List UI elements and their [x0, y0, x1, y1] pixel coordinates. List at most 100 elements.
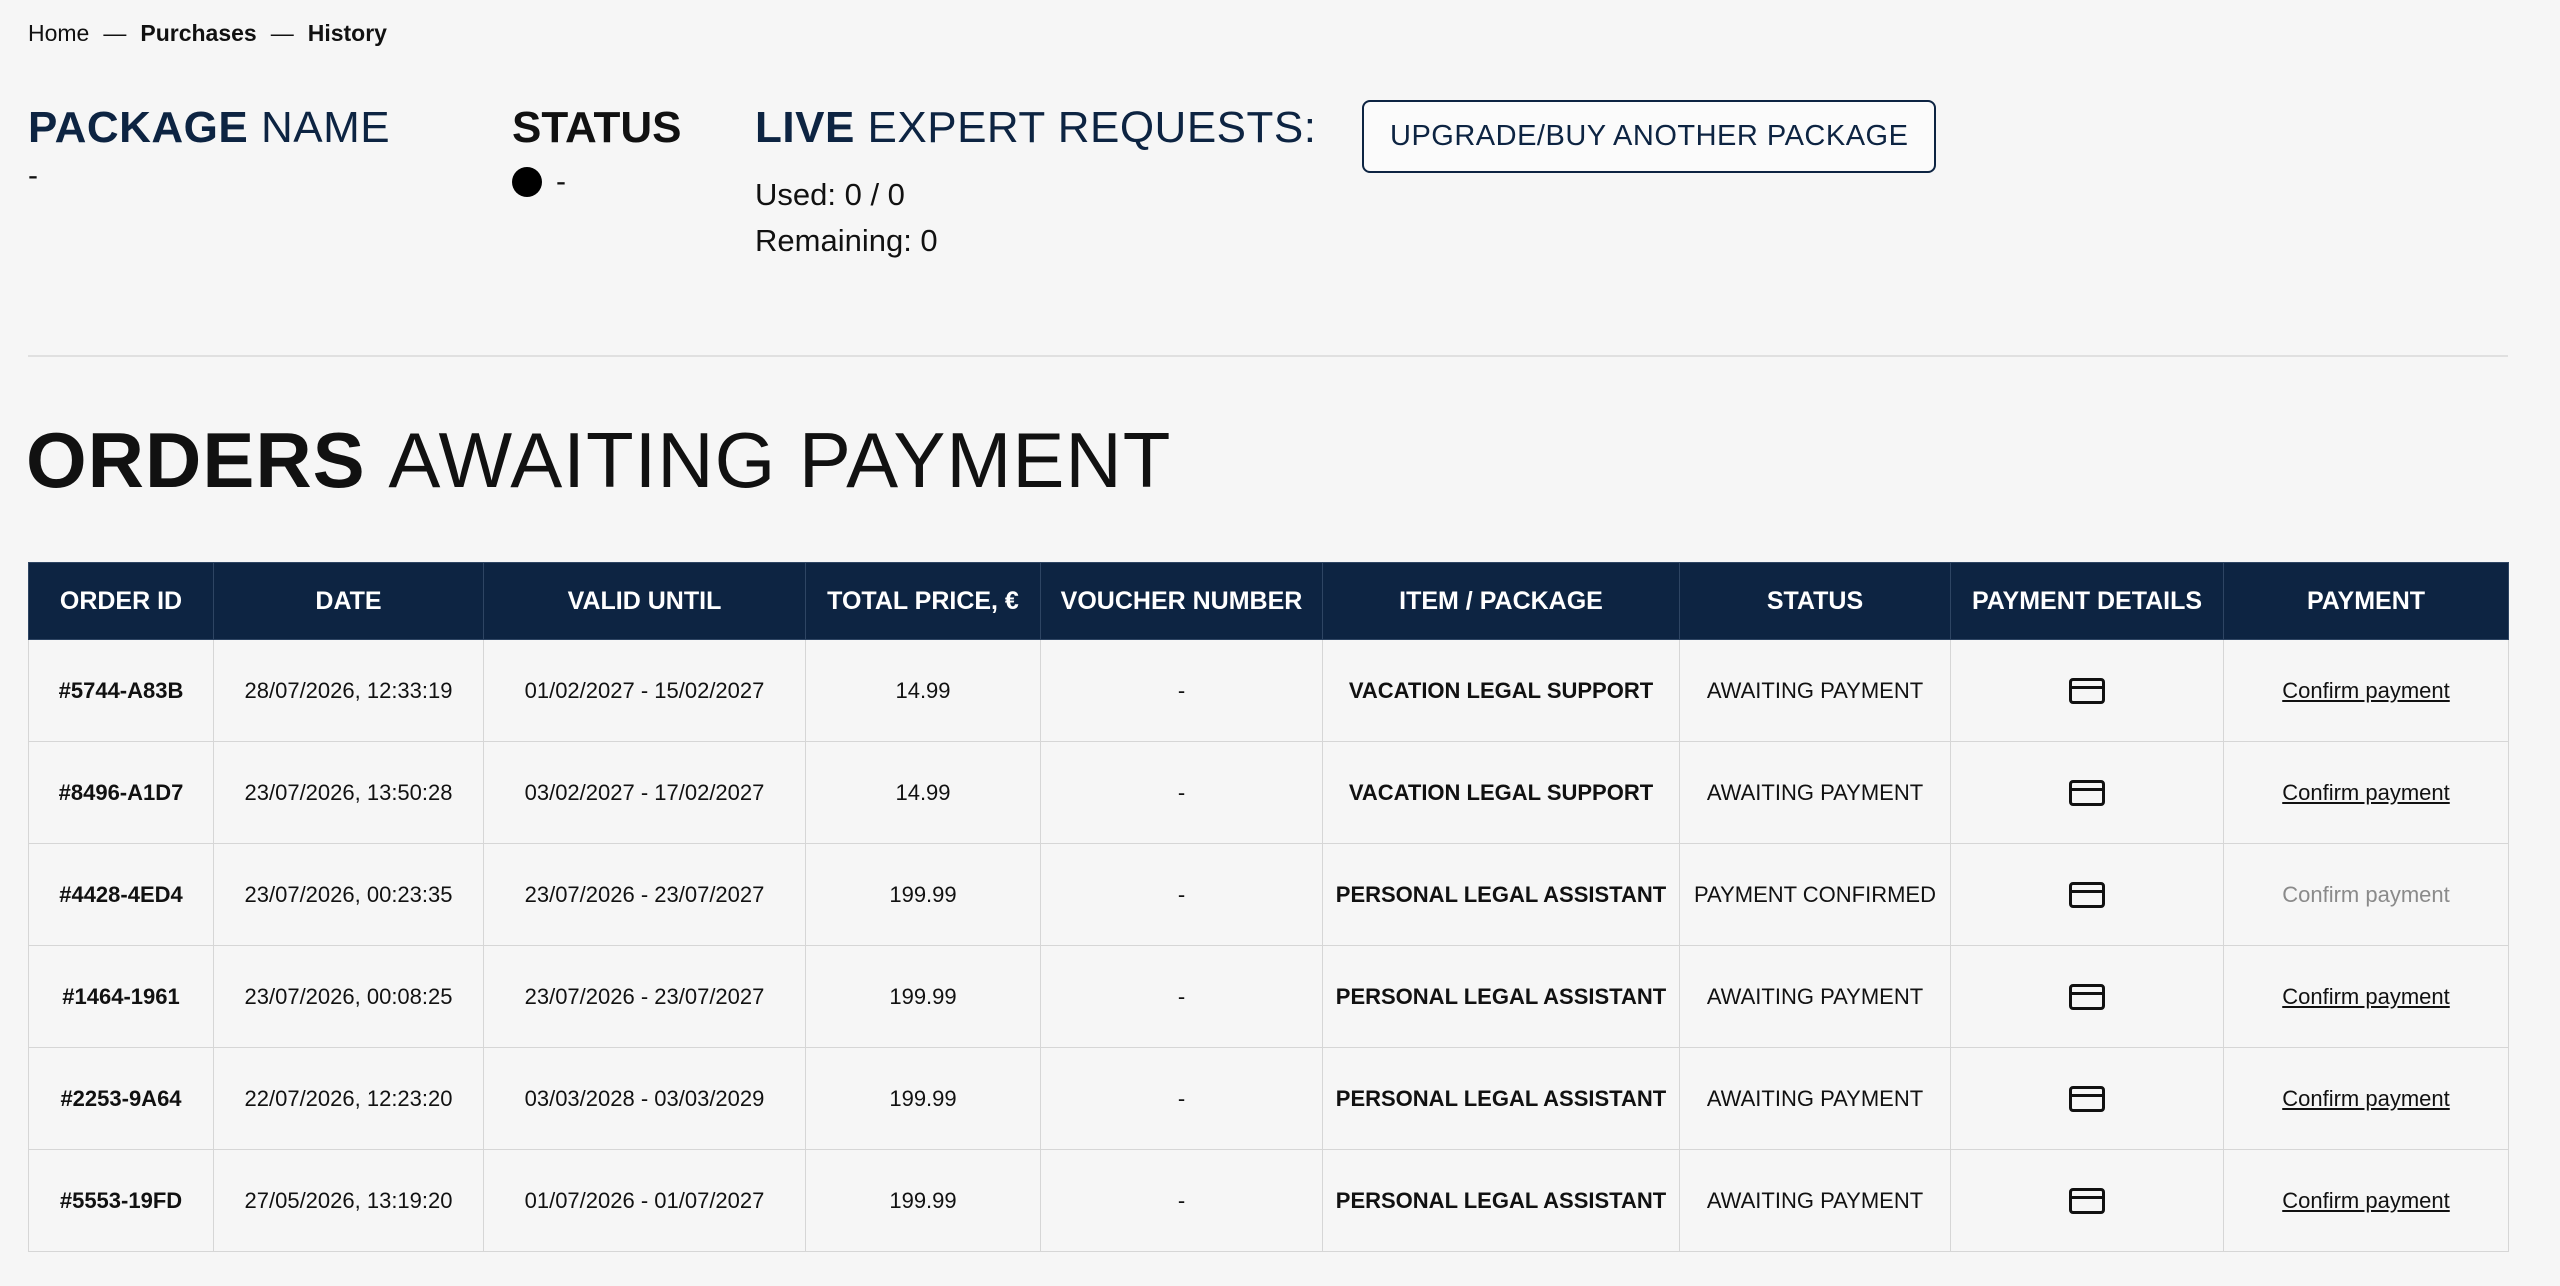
breadcrumb-history: History [307, 20, 387, 46]
credit-card-icon[interactable] [2069, 678, 2105, 705]
live-requests-heading-light: EXPERT REQUESTS: [867, 103, 1317, 152]
status-value: - [556, 165, 566, 198]
column-header-voucher-number: VOUCHER NUMBER [1040, 562, 1323, 640]
status-cell: AWAITING PAYMENT [1679, 1149, 1951, 1252]
price-cell: 199.99 [805, 1149, 1041, 1252]
confirm-payment-link[interactable]: Confirm payment [2282, 984, 2450, 1009]
status-dot-icon [512, 167, 542, 197]
package-name-heading-strong: PACKAGE [28, 103, 249, 152]
voucher-cell: - [1040, 639, 1323, 742]
price-cell: 14.99 [805, 639, 1041, 742]
payment-details-cell [1950, 639, 2224, 742]
payment-cell: Confirm payment [2223, 1047, 2509, 1150]
confirm-payment-link[interactable]: Confirm payment [2282, 1188, 2450, 1213]
status-block: STATUS - [512, 100, 681, 202]
payment-cell: Confirm payment [2223, 639, 2509, 742]
credit-card-icon[interactable] [2069, 780, 2105, 807]
valid-until-cell: 03/02/2027 - 17/02/2027 [483, 741, 806, 844]
table-row: #8496-A1D7 23/07/2026, 13:50:28 03/02/20… [28, 741, 2509, 844]
orders-title-strong: ORDERS [26, 416, 366, 504]
table-row: #4428-4ED4 23/07/2026, 00:23:35 23/07/20… [28, 843, 2509, 946]
payment-details-cell [1950, 1047, 2224, 1150]
voucher-cell: - [1040, 843, 1323, 946]
credit-card-icon[interactable] [2069, 882, 2105, 909]
live-requests-block: LIVE EXPERT REQUESTS: Used: 0 / 0 Remain… [755, 100, 1316, 264]
payment-details-cell [1950, 1149, 2224, 1252]
payment-details-cell [1950, 945, 2224, 1048]
table-row: #5553-19FD 27/05/2026, 13:19:20 01/07/20… [28, 1149, 2509, 1252]
credit-card-icon[interactable] [2069, 984, 2105, 1011]
order-id-cell: #2253-9A64 [28, 1047, 214, 1150]
price-cell: 14.99 [805, 741, 1041, 844]
payment-cell: Confirm payment [2223, 1149, 2509, 1252]
valid-until-cell: 01/02/2027 - 15/02/2027 [483, 639, 806, 742]
live-requests-counts: Used: 0 / 0 Remaining: 0 [755, 172, 1316, 264]
orders-title: ORDERS AWAITING PAYMENT [26, 410, 1171, 510]
price-cell: 199.99 [805, 843, 1041, 946]
live-requests-heading-strong: LIVE [755, 103, 855, 152]
order-id-cell: #5553-19FD [28, 1149, 214, 1252]
valid-until-cell: 01/07/2026 - 01/07/2027 [483, 1149, 806, 1252]
date-cell: 23/07/2026, 00:23:35 [213, 843, 484, 946]
upgrade-block: UPGRADE/BUY ANOTHER PACKAGE [1362, 100, 1937, 173]
package-name-value: - [28, 159, 38, 192]
breadcrumb-home[interactable]: Home [28, 20, 89, 47]
package-name-block: PACKAGE NAME - [28, 100, 390, 196]
package-name-heading: PACKAGE NAME [28, 100, 390, 156]
status-cell: AWAITING PAYMENT [1679, 741, 1951, 844]
confirm-payment-link[interactable]: Confirm payment [2282, 780, 2450, 805]
table-row: #5744-A83B 28/07/2026, 12:33:19 01/02/20… [28, 639, 2509, 742]
date-cell: 27/05/2026, 13:19:20 [213, 1149, 484, 1252]
item-cell: VACATION LEGAL SUPPORT [1322, 741, 1680, 844]
item-cell: PERSONAL LEGAL ASSISTANT [1322, 1149, 1680, 1252]
date-cell: 23/07/2026, 00:08:25 [213, 945, 484, 1048]
status-row: - [512, 162, 681, 202]
payment-details-cell [1950, 843, 2224, 946]
breadcrumb-purchases[interactable]: Purchases [140, 20, 256, 47]
status-cell: AWAITING PAYMENT [1679, 639, 1951, 742]
header-row: ORDER ID DATE VALID UNTIL TOTAL PRICE, €… [28, 562, 2509, 640]
live-requests-remaining: Remaining: 0 [755, 223, 938, 258]
order-id-cell: #4428-4ED4 [28, 843, 214, 946]
credit-card-icon[interactable] [2069, 1188, 2105, 1215]
item-cell: PERSONAL LEGAL ASSISTANT [1322, 843, 1680, 946]
voucher-cell: - [1040, 741, 1323, 844]
voucher-cell: - [1040, 1149, 1323, 1252]
section-divider [28, 355, 2508, 357]
credit-card-icon[interactable] [2069, 1086, 2105, 1113]
payment-details-cell [1950, 741, 2224, 844]
breadcrumb-separator: — [270, 20, 294, 46]
status-heading: STATUS [512, 103, 682, 152]
table-row: #1464-1961 23/07/2026, 00:08:25 23/07/20… [28, 945, 2509, 1048]
live-requests-used: Used: 0 / 0 [755, 177, 905, 212]
confirm-payment-link: Confirm payment [2282, 881, 2450, 907]
payment-cell: Confirm payment [2223, 741, 2509, 844]
breadcrumb: Home — Purchases — History [28, 20, 387, 47]
breadcrumb-separator: — [103, 20, 127, 46]
orders-table-header: ORDER ID DATE VALID UNTIL TOTAL PRICE, €… [28, 562, 2509, 640]
order-id-cell: #1464-1961 [28, 945, 214, 1048]
page: Home — Purchases — History PACKAGE NAME … [0, 0, 2560, 1286]
column-header-item-package: ITEM / PACKAGE [1322, 562, 1680, 640]
column-header-valid-until: VALID UNTIL [483, 562, 806, 640]
status-cell: AWAITING PAYMENT [1679, 945, 1951, 1048]
date-cell: 22/07/2026, 12:23:20 [213, 1047, 484, 1150]
valid-until-cell: 03/03/2028 - 03/03/2029 [483, 1047, 806, 1150]
order-id-cell: #5744-A83B [28, 639, 214, 742]
live-requests-heading: LIVE EXPERT REQUESTS: [755, 100, 1316, 156]
date-cell: 23/07/2026, 13:50:28 [213, 741, 484, 844]
orders-title-light: AWAITING PAYMENT [388, 416, 1172, 504]
item-cell: VACATION LEGAL SUPPORT [1322, 639, 1680, 742]
status-cell: AWAITING PAYMENT [1679, 1047, 1951, 1150]
confirm-payment-link[interactable]: Confirm payment [2282, 1086, 2450, 1111]
package-summary: PACKAGE NAME - STATUS - LIVE EXPERT REQU… [28, 100, 2532, 270]
price-cell: 199.99 [805, 945, 1041, 1048]
date-cell: 28/07/2026, 12:33:19 [213, 639, 484, 742]
orders-table-body: #5744-A83B 28/07/2026, 12:33:19 01/02/20… [28, 639, 2509, 1252]
valid-until-cell: 23/07/2026 - 23/07/2027 [483, 843, 806, 946]
upgrade-package-button[interactable]: UPGRADE/BUY ANOTHER PACKAGE [1362, 100, 1937, 173]
package-name-heading-light: NAME [261, 103, 391, 152]
confirm-payment-link[interactable]: Confirm payment [2282, 678, 2450, 703]
table-row: #2253-9A64 22/07/2026, 12:23:20 03/03/20… [28, 1047, 2509, 1150]
valid-until-cell: 23/07/2026 - 23/07/2027 [483, 945, 806, 1048]
